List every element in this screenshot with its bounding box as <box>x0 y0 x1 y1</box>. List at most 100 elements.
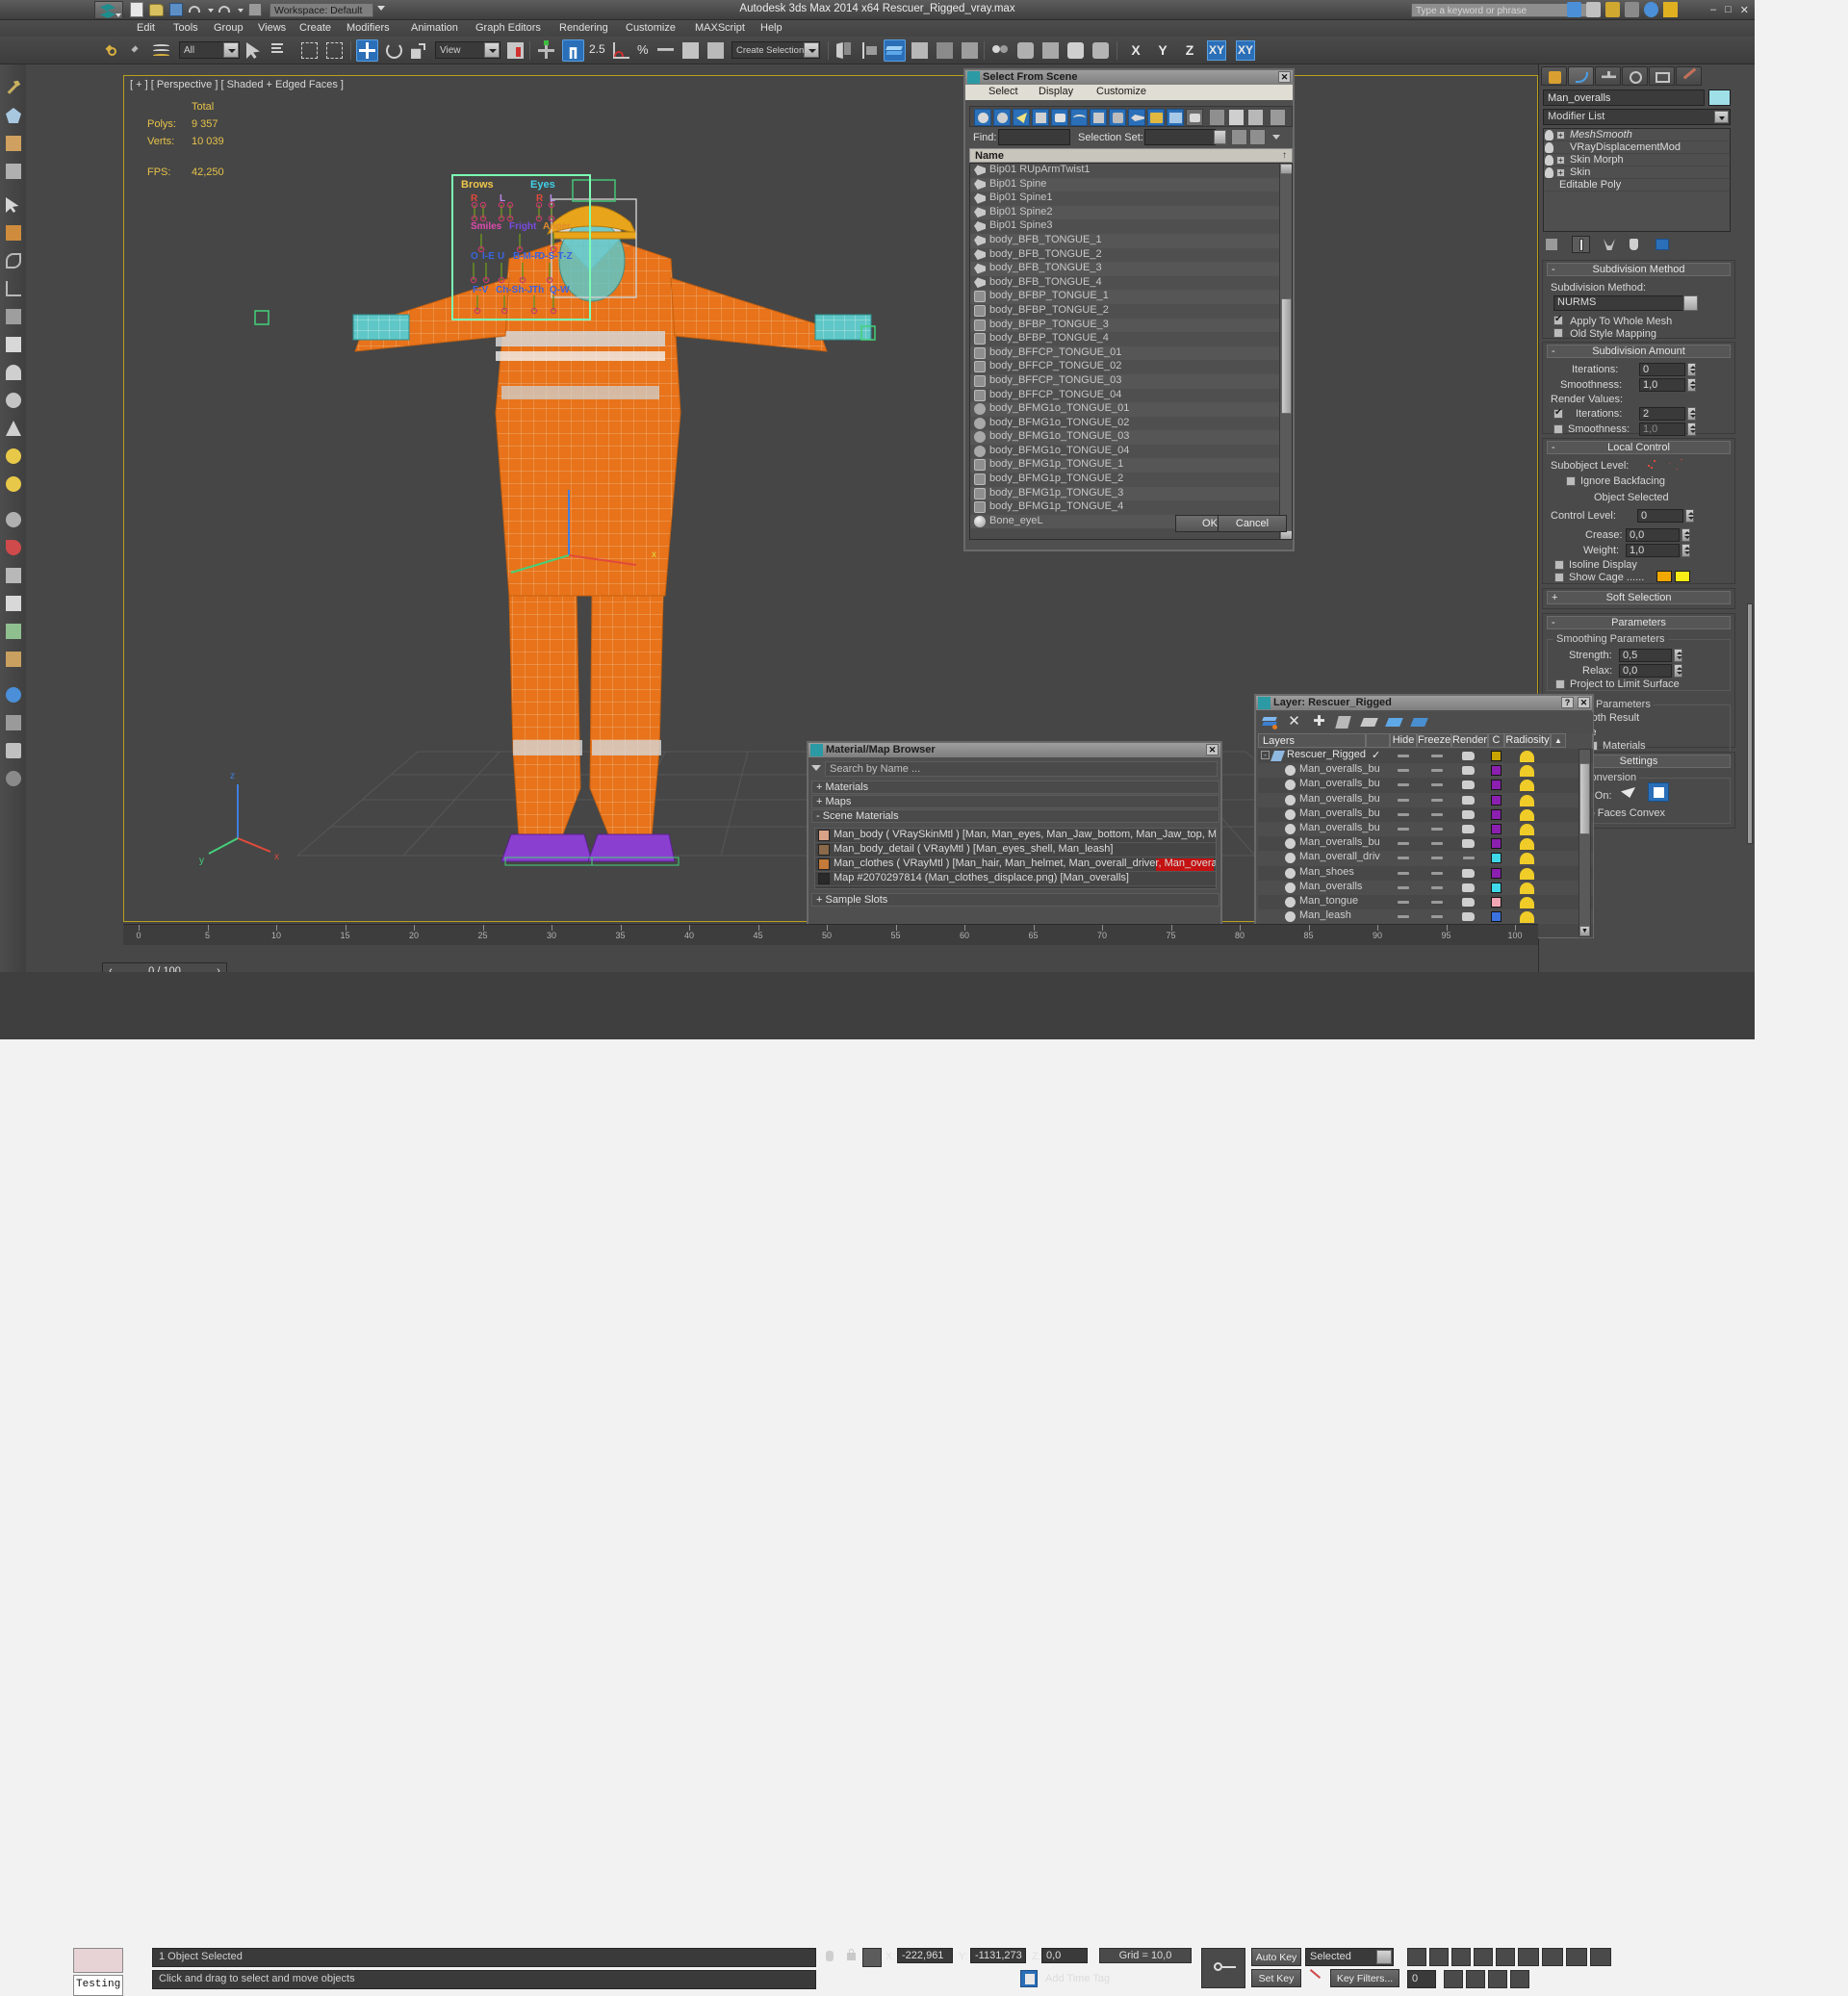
control-level-field[interactable]: 0 <box>1637 509 1683 523</box>
scene-object-row[interactable]: body_BFB_TONGUE_3 <box>970 262 1280 276</box>
menu-help[interactable]: Help <box>760 22 783 34</box>
graphite-modeling-tools-button[interactable] <box>909 39 931 62</box>
rollout-header-parameters[interactable]: - Parameters <box>1547 616 1731 629</box>
minimize-button[interactable]: – <box>1710 4 1716 16</box>
tab-display[interactable] <box>1649 66 1675 86</box>
scene-object-row[interactable]: body_BFBP_TONGUE_1 <box>970 290 1280 304</box>
find-input[interactable] <box>998 129 1070 145</box>
face-subobject-icon[interactable] <box>1669 459 1682 470</box>
render-toggle-icon[interactable] <box>1462 796 1475 805</box>
render-toggle-icon[interactable] <box>1462 912 1475 921</box>
play-animation-button[interactable] <box>1451 1948 1471 1966</box>
tool-select-button[interactable] <box>3 194 24 216</box>
expand-collapse-icon[interactable]: - <box>1261 751 1270 759</box>
workspace-selector[interactable]: Workspace: Default <box>270 3 373 17</box>
layer-color-swatch[interactable] <box>1491 911 1502 922</box>
tool-drag-button[interactable] <box>3 306 24 327</box>
freeze-toggle[interactable] <box>1431 783 1443 786</box>
control-level-spinner[interactable] <box>1685 509 1694 523</box>
scene-object-row[interactable]: body_BFFCP_TONGUE_04 <box>970 389 1280 403</box>
strength-spinner[interactable] <box>1674 649 1682 662</box>
display-children-button[interactable] <box>1209 109 1225 126</box>
radiosity-icon[interactable] <box>1520 853 1534 864</box>
align-button[interactable] <box>859 39 881 62</box>
menu-graph-editors[interactable]: Graph Editors <box>475 22 541 34</box>
layer-row[interactable]: Man_overalls <box>1258 881 1593 895</box>
rollout-header-subdivision-method[interactable]: - Subdivision Method <box>1547 263 1731 276</box>
menu-create[interactable]: Create <box>299 22 331 34</box>
chevron-down-icon[interactable] <box>1376 1950 1392 1964</box>
filter-containers-button[interactable] <box>1147 109 1165 126</box>
freeze-toggle[interactable] <box>1431 857 1443 859</box>
hide-toggle[interactable] <box>1398 828 1409 831</box>
selection-filter-dropdown[interactable]: All <box>179 41 240 59</box>
axis-constraint-z[interactable]: Z <box>1180 40 1199 61</box>
add-to-layer-icon[interactable]: ✚ <box>1312 715 1326 730</box>
render-toggle-icon[interactable] <box>1462 810 1475 819</box>
set-current-layer-icon[interactable] <box>1362 716 1378 729</box>
hide-unselected-icon[interactable] <box>1412 716 1428 729</box>
hide-toggle[interactable] <box>1398 915 1409 918</box>
axis-constraint-xy[interactable]: XY <box>1207 40 1226 61</box>
render-iterative-button[interactable] <box>1090 39 1112 62</box>
modifier-stack-row[interactable]: VRayDisplacementMod <box>1544 141 1730 154</box>
list-column-header[interactable]: Name ↑ <box>969 148 1293 163</box>
filter-helpers-button[interactable] <box>1051 109 1068 126</box>
scene-object-row[interactable]: body_BFMG1p_TONGUE_3 <box>970 487 1280 501</box>
radiosity-icon[interactable] <box>1520 765 1534 777</box>
layer-color-swatch[interactable] <box>1491 809 1502 820</box>
menu-animation[interactable]: Animation <box>411 22 458 34</box>
tool-wrench-button[interactable] <box>3 77 24 98</box>
favorites-icon[interactable] <box>1663 2 1678 17</box>
render-smoothness-checkbox[interactable] <box>1553 424 1563 434</box>
weight-spinner[interactable] <box>1681 544 1690 557</box>
filter-groups-button[interactable] <box>1090 109 1107 126</box>
time-slider-track[interactable]: 0510152025303540455055606570758085909510… <box>123 924 1538 945</box>
key-mode-button[interactable] <box>1518 1948 1539 1966</box>
layer-color-swatch[interactable] <box>1491 838 1502 849</box>
rectangular-selection-region-button[interactable] <box>298 39 321 62</box>
smoothness-spinner[interactable] <box>1687 378 1696 392</box>
orbit-button[interactable] <box>1466 1970 1485 1988</box>
tool-sphere-button[interactable] <box>3 362 24 383</box>
mirror-button[interactable] <box>834 39 856 62</box>
radiosity-icon[interactable] <box>1520 911 1534 923</box>
chevron-down-small-icon[interactable] <box>1271 132 1281 142</box>
radiosity-icon[interactable] <box>1520 809 1534 821</box>
redo-icon[interactable] <box>218 3 232 16</box>
cage-color-swatch-1[interactable] <box>1656 571 1672 582</box>
tab-hierarchy[interactable] <box>1595 66 1621 86</box>
exchange-icon[interactable] <box>1605 2 1620 17</box>
use-pivot-point-center-button[interactable] <box>504 39 526 62</box>
scene-material-row[interactable]: Man_body ( VRaySkinMtl ) [Man, Man_eyes,… <box>815 829 1216 843</box>
maximize-viewport-button[interactable] <box>1590 1948 1611 1966</box>
next-frame-button-2[interactable] <box>1474 1948 1493 1966</box>
project-to-limit-surface-checkbox[interactable] <box>1555 679 1565 689</box>
axis-constraint-xy-flyout[interactable]: XY <box>1236 40 1255 61</box>
freeze-toggle[interactable] <box>1431 915 1443 918</box>
scroll-down-icon[interactable]: ▼ <box>1579 926 1590 936</box>
filter-bones-button[interactable] <box>1128 109 1145 126</box>
scene-object-row[interactable]: Bip01 Spine2 <box>970 206 1280 220</box>
morph-sliders[interactable] <box>453 176 589 319</box>
bind-to-space-warp-button[interactable] <box>150 39 172 62</box>
radiosity-icon[interactable] <box>1520 868 1534 880</box>
time-configuration-button[interactable] <box>1542 1948 1563 1966</box>
workspace-chevron-icon[interactable] <box>377 6 385 11</box>
scene-materials-list[interactable]: Man_body ( VRaySkinMtl ) [Man, Man_eyes,… <box>814 828 1217 889</box>
scene-object-row[interactable]: body_BFMG1p_TONGUE_1 <box>970 458 1280 473</box>
select-and-rotate-button[interactable] <box>383 39 405 62</box>
render-toggle-icon[interactable] <box>1462 869 1475 878</box>
spinner-snap-toggle-button[interactable] <box>680 39 702 62</box>
tool-camera-button[interactable] <box>3 712 24 733</box>
layer-row[interactable]: Man_shoes <box>1258 866 1593 881</box>
scroll-thumb[interactable] <box>1579 763 1590 834</box>
render-iterations-spinner[interactable] <box>1687 407 1696 421</box>
tool-cone-button[interactable] <box>3 418 24 439</box>
select-and-link-button[interactable] <box>100 39 122 62</box>
zoom-extents-button[interactable] <box>1566 1948 1587 1966</box>
app-logo-button[interactable] <box>94 1 123 19</box>
make-unique-button[interactable] <box>1601 236 1619 253</box>
render-setup-button[interactable] <box>1014 39 1037 62</box>
layer-manager-dialog[interactable]: Layer: Rescuer_Rigged ? ✕ ✕ ✚ Layers Hid… <box>1254 694 1594 938</box>
